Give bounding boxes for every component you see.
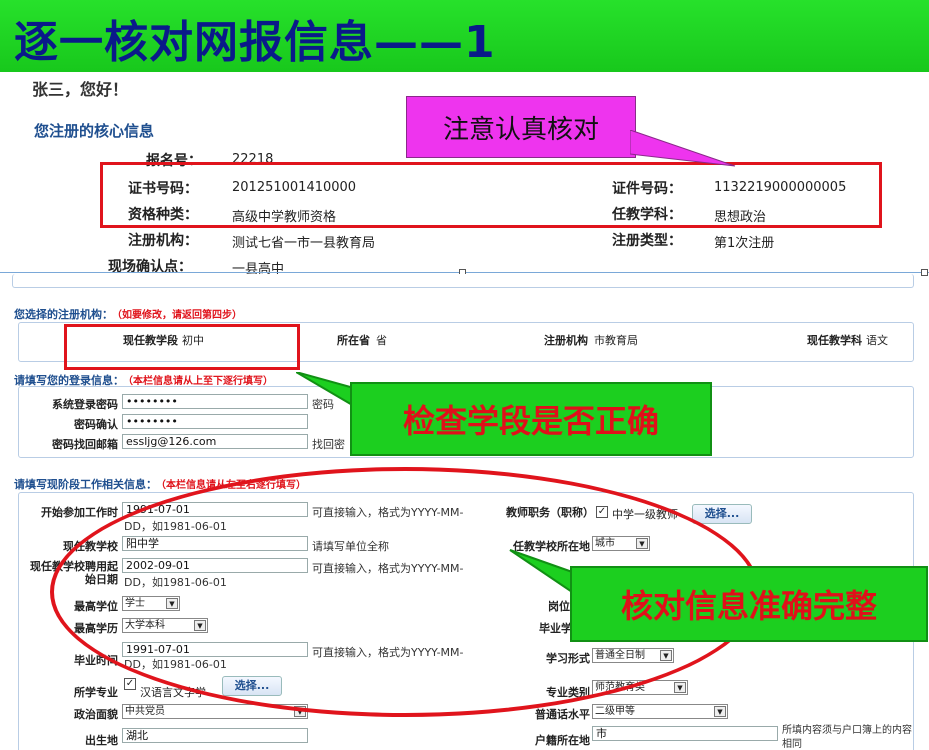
huji-label: 户籍所在地 — [535, 734, 590, 747]
pwd-input[interactable]: •••••••• — [122, 394, 308, 409]
email-label: 密码找回邮箱 — [52, 438, 118, 451]
callout-check-complete: 核对信息准确完整 — [570, 566, 928, 642]
pwd-label: 系统登录密码 — [52, 398, 118, 411]
major-checkbox[interactable]: ✓ — [124, 678, 136, 690]
greeting-text: 张三，您好！ — [32, 80, 129, 99]
core-highlight-box — [100, 162, 882, 228]
reg-org-label: 注册机构 — [544, 334, 588, 347]
province-label: 所在省 — [337, 334, 370, 347]
mandarin-level-value: 二级甲等 — [595, 706, 635, 717]
callout-careful-pointer — [630, 130, 736, 167]
prev-panel-edge — [12, 274, 914, 288]
chevron-down-icon: ▼ — [714, 706, 726, 717]
major-label: 所学专业 — [74, 686, 118, 699]
stage-highlight-box — [64, 324, 300, 370]
slide-title: 逐一核对网报信息——1 — [14, 17, 496, 68]
birthplace-input[interactable]: 湖北 — [122, 728, 308, 743]
core-info-title: 您注册的核心信息 — [34, 122, 155, 140]
email-hint: 找回密 — [312, 438, 345, 451]
huji-input[interactable]: 市 — [592, 726, 778, 741]
section-org-note: （如要修改，请返回第四步） — [117, 310, 242, 321]
province-value: 省 — [376, 334, 387, 347]
cur-subject-label: 现任教学科 — [807, 334, 862, 347]
huji-hint: 所填内容须与户口簿上的内容相同 — [782, 725, 912, 750]
slide-banner: 逐一核对网报信息——1 — [0, 0, 929, 72]
email-input[interactable]: essljg@126.com — [122, 434, 308, 449]
confirm-input[interactable]: •••••••• — [122, 414, 308, 429]
work-start-label: 开始参加工作时 — [41, 506, 118, 519]
org-value: 测试七省一市一县教育局 — [232, 236, 376, 251]
resize-handle-right[interactable] — [921, 269, 928, 276]
cur-subject-value: 语文 — [866, 334, 888, 347]
chevron-down-icon: ▼ — [674, 682, 686, 693]
org-label: 注册机构： — [128, 233, 198, 249]
callout-check-stage: 检查学段是否正确 — [350, 382, 712, 456]
teacher-title-choose-button[interactable]: 选择... — [692, 504, 752, 524]
site-label: 现场确认点： — [108, 259, 192, 275]
mandarin-level-select[interactable]: 二级甲等 ▼ — [592, 704, 728, 719]
callout-careful: 注意认真核对 — [406, 96, 636, 158]
section-org-header: 您选择的注册机构： （如要修改，请返回第四步） — [14, 306, 242, 322]
politics-label: 政治面貌 — [74, 708, 118, 721]
birthplace-label: 出生地 — [85, 734, 118, 747]
section-org-title: 您选择的注册机构： — [14, 308, 113, 321]
reg-org-value: 市教育局 — [594, 334, 638, 347]
type-value: 第1次注册 — [714, 236, 775, 251]
type-label: 注册类型： — [612, 233, 682, 249]
politics-value: 中共党员 — [125, 706, 165, 717]
callout-stage-pointer — [296, 372, 355, 408]
confirm-label: 密码确认 — [74, 418, 118, 431]
section-work-title: 请填写现阶段工作相关信息： — [14, 478, 157, 491]
